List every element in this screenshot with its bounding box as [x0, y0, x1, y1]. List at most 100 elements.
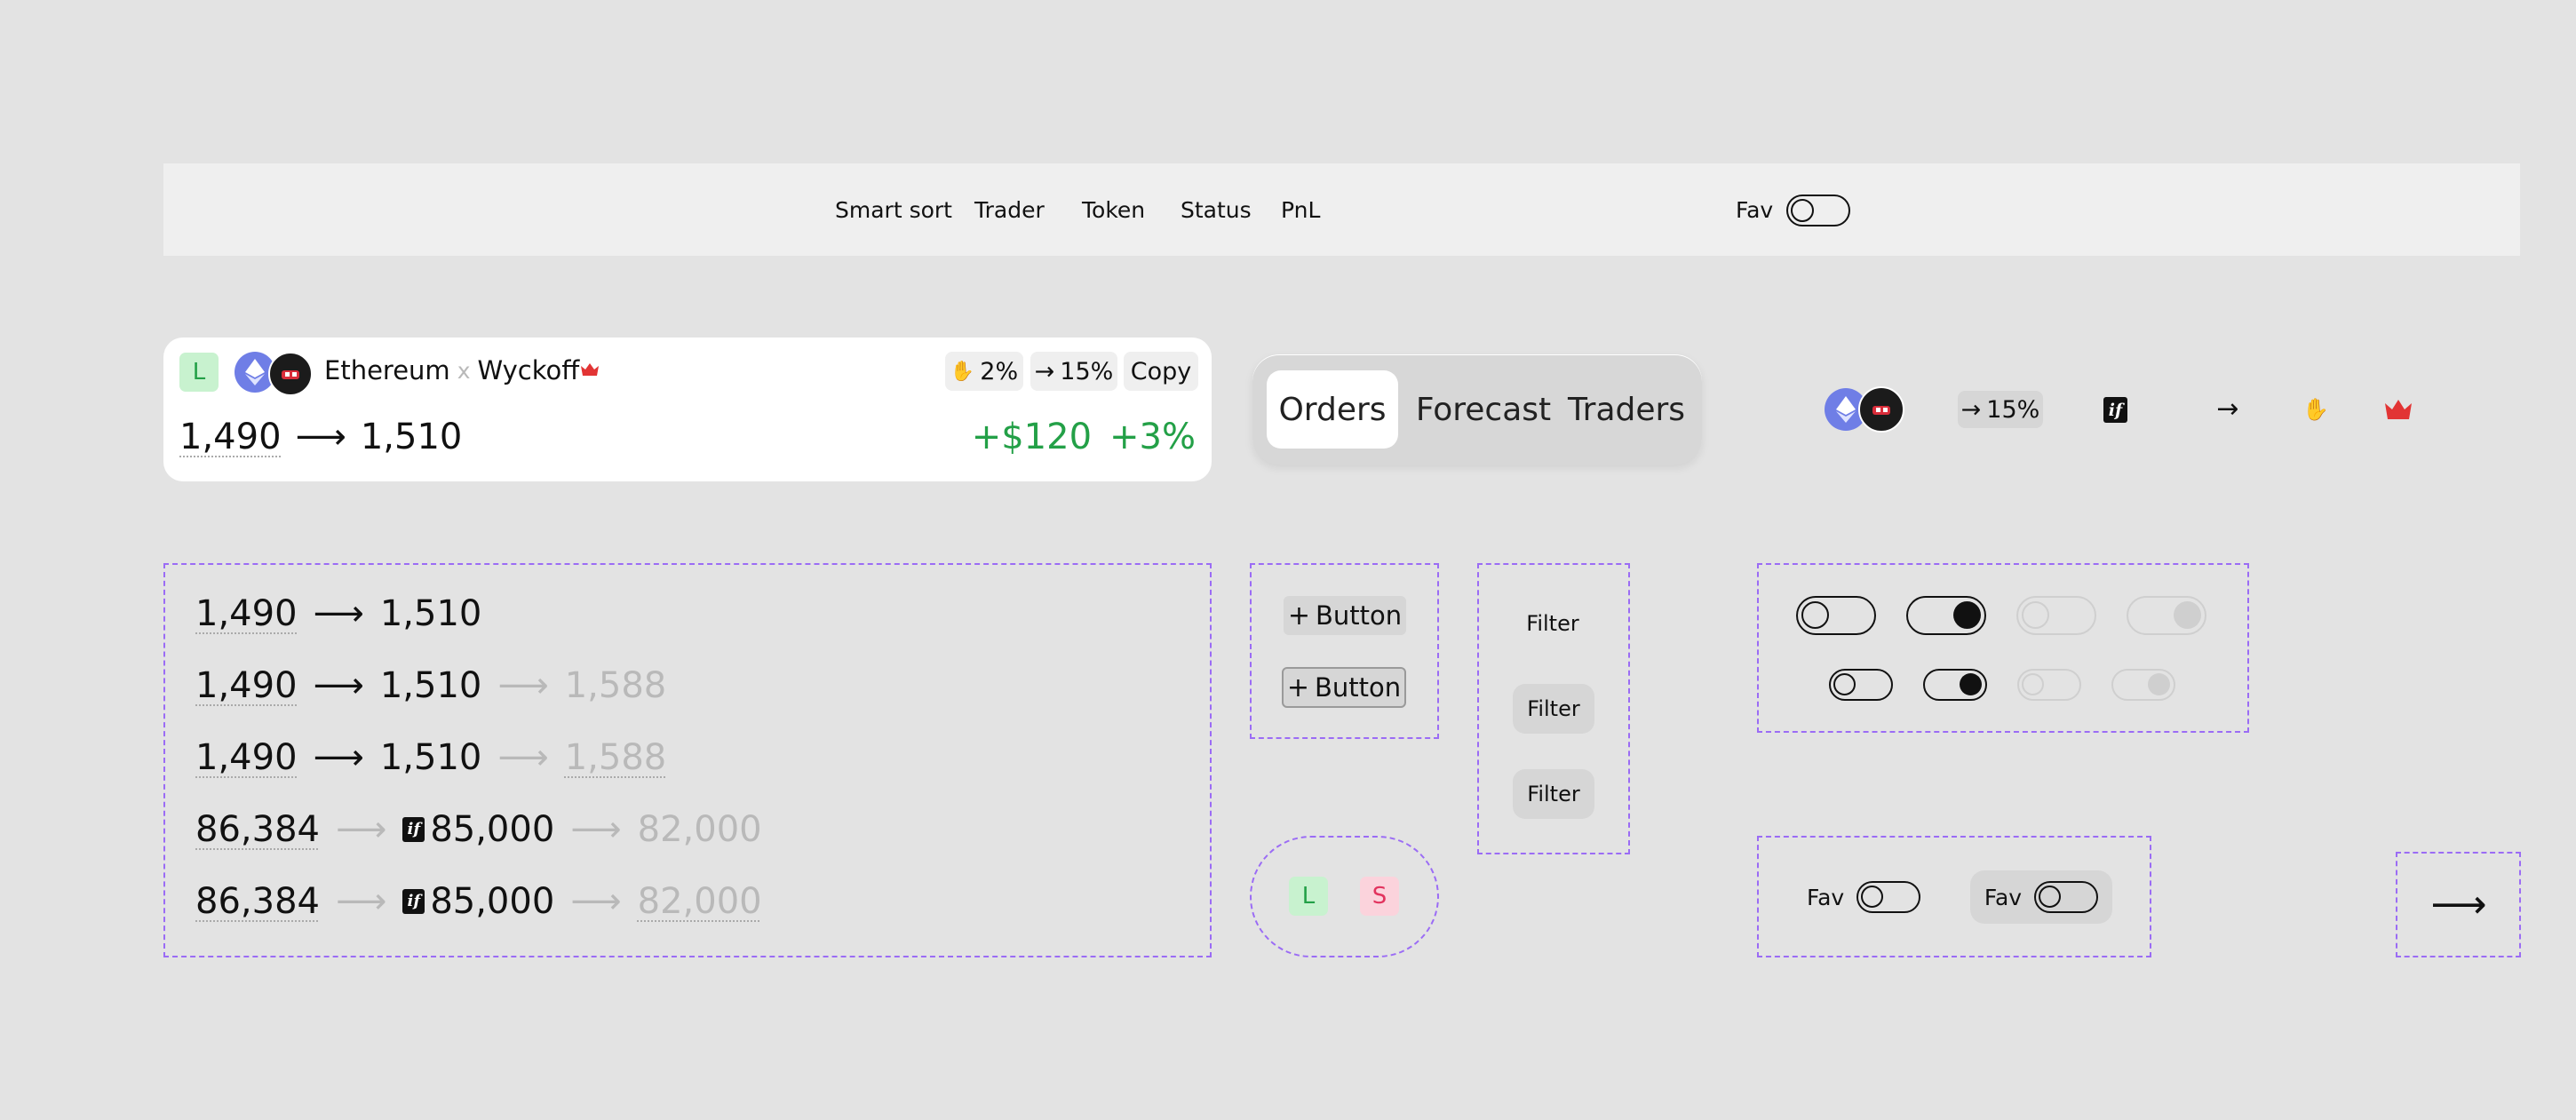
nav-smart-sort[interactable]: Smart sort — [835, 163, 952, 256]
toggle-knob — [1960, 673, 1982, 695]
price-row: 1,490 ⟶ 1,510 — [195, 596, 481, 631]
if-icon: if — [2103, 397, 2127, 423]
long-badge: L — [1289, 877, 1328, 916]
add-button-label: Button — [1316, 600, 1403, 631]
add-button[interactable]: + Button — [1284, 596, 1406, 635]
fav-toggle[interactable] — [1856, 881, 1921, 913]
plus-icon: + — [1286, 671, 1309, 703]
buttons-frame — [1250, 563, 1439, 739]
fav-label: Fav — [1807, 884, 1845, 910]
toggle-knob — [1801, 601, 1829, 629]
fav-toggle[interactable] — [2034, 881, 2099, 913]
nav-trader[interactable]: Trader — [974, 163, 1045, 256]
trader-name: Wyckoff — [477, 355, 580, 385]
long-badge: L — [179, 353, 219, 392]
pair-separator: x — [457, 357, 471, 384]
if-icon: if — [402, 889, 425, 914]
short-badge: S — [1360, 877, 1399, 916]
long-arrow-icon: ⟶ — [570, 881, 622, 922]
fav-label: Fav — [1736, 196, 1774, 223]
view-tabs: Orders Forecast Traders — [1252, 354, 1702, 465]
arrow-right-icon: → — [1960, 395, 1982, 424]
toggle-knob — [1861, 886, 1884, 908]
conditional-price: if 85,000 — [402, 812, 554, 847]
filter-button[interactable]: Filter — [1513, 684, 1594, 734]
target-chip: → 15% — [1030, 352, 1117, 391]
price-from: 1,490 — [195, 665, 298, 706]
long-arrow-icon: ⟶ — [313, 665, 364, 706]
toggle-knob — [2174, 601, 2201, 629]
long-arrow-icon: ⟶ — [497, 665, 549, 706]
pnl-percent: +3% — [1109, 417, 1196, 457]
target-value: 15% — [1986, 395, 2040, 424]
fav-toggle[interactable] — [1786, 195, 1850, 226]
if-icon: if — [402, 817, 425, 842]
hand-icon: ✋ — [950, 360, 975, 383]
toggle-knob — [2148, 673, 2170, 695]
trader-avatar-icon — [1858, 386, 1904, 433]
price-row: 86,384 ⟶ if 85,000 ⟶ 82,000 — [195, 812, 762, 847]
filter-button[interactable]: Filter — [1510, 604, 1595, 643]
price-to: 1,510 — [379, 593, 482, 634]
entry-price: 1,490 — [179, 417, 282, 457]
toggle-knob — [2022, 673, 2044, 695]
toggle-off-small[interactable] — [1829, 669, 1893, 701]
pnl-usd: +$120 — [971, 417, 1093, 457]
tab-forecast[interactable]: Forecast — [1412, 370, 1554, 449]
add-button-focused[interactable]: + Button — [1282, 667, 1406, 708]
price-to: 1,510 — [379, 665, 482, 706]
plus-icon: + — [1287, 600, 1310, 631]
toggle-off[interactable] — [1796, 596, 1876, 635]
price-to: 85,000 — [430, 881, 555, 922]
nav-pnl[interactable]: PnL — [1281, 163, 1320, 256]
copy-button[interactable]: Copy — [1124, 352, 1198, 391]
arrow-right-icon: → — [2216, 393, 2239, 425]
toggle-on-disabled — [2127, 596, 2206, 635]
long-arrow-icon: ⟶ — [313, 593, 364, 634]
crown-icon — [2384, 398, 2413, 421]
side-badges-frame — [1250, 836, 1439, 957]
fav-toggle-group-hover[interactable]: Fav — [1970, 870, 2112, 924]
leverage-value: 2% — [980, 357, 1019, 385]
trade-card[interactable]: L Ethereum x Wyckoff ✋ 2% → 15% Copy 1,4… — [163, 338, 1212, 481]
toggle-knob — [2022, 601, 2049, 629]
price-row: 1,490 ⟶ 1,510 ⟶ 1,588 — [195, 740, 666, 775]
price-target: 82,000 — [637, 809, 762, 850]
filter-header-bar: Smart sort Trader Token Status PnL Fav — [163, 163, 2520, 256]
long-arrow-icon[interactable]: ⟶ — [2425, 882, 2493, 927]
toggle-off-small-disabled — [2017, 669, 2081, 701]
filter-button[interactable]: Filter — [1513, 769, 1594, 819]
price-line: 1,490 ⟶ 1,510 — [179, 419, 462, 455]
token-name: Ethereum — [324, 355, 450, 385]
fav-toggle-group[interactable]: Fav — [1807, 881, 1921, 913]
price-target: 82,000 — [637, 881, 762, 922]
crown-icon — [581, 352, 600, 382]
toggle-knob — [2039, 886, 2062, 908]
toggle-on-small[interactable] — [1923, 669, 1987, 701]
price-to: 1,510 — [379, 737, 482, 778]
price-row: 86,384 ⟶ if 85,000 ⟶ 82,000 — [195, 884, 762, 919]
price-to: 85,000 — [430, 809, 555, 850]
long-arrow-icon: ⟶ — [570, 809, 622, 850]
toggle-knob — [1791, 199, 1814, 222]
long-arrow-icon: ⟶ — [335, 881, 387, 922]
target-chip: → 15% — [1958, 391, 2043, 428]
add-button-label: Button — [1315, 672, 1402, 703]
nav-token[interactable]: Token — [1082, 163, 1145, 256]
price-from: 86,384 — [195, 809, 320, 850]
tab-traders[interactable]: Traders — [1560, 370, 1693, 449]
toggle-on-small-disabled — [2111, 669, 2175, 701]
toggle-knob — [1833, 673, 1856, 695]
toggle-knob — [1953, 601, 1981, 629]
toggle-on[interactable] — [1906, 596, 1986, 635]
price-from: 86,384 — [195, 881, 320, 922]
arrow-right-icon: → — [1034, 357, 1055, 385]
price-row: 1,490 ⟶ 1,510 ⟶ 1,588 — [195, 668, 666, 703]
trader-avatar-icon — [268, 352, 313, 396]
tab-orders[interactable]: Orders — [1267, 370, 1398, 449]
nav-status[interactable]: Status — [1181, 163, 1252, 256]
conditional-price: if 85,000 — [402, 884, 554, 919]
price-from: 1,490 — [195, 593, 298, 634]
long-arrow-icon: ⟶ — [313, 737, 364, 778]
toggle-off-disabled — [2016, 596, 2096, 635]
